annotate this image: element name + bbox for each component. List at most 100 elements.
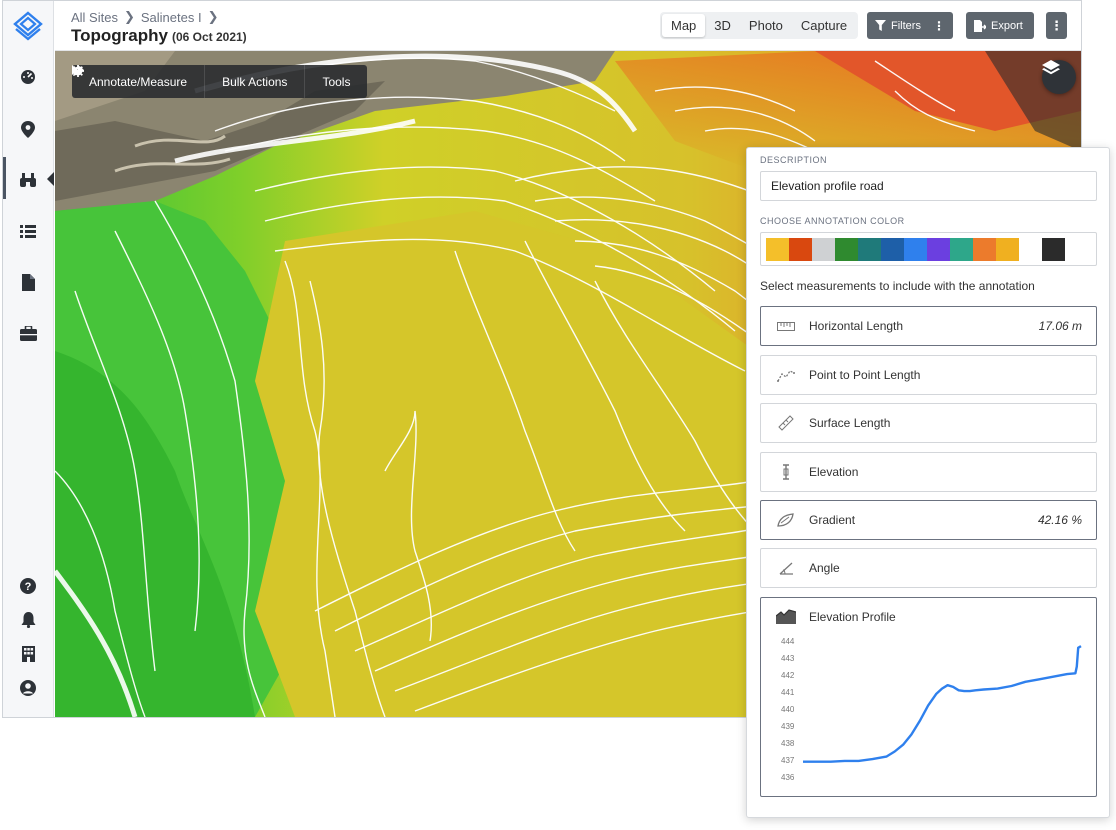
angle-icon	[775, 559, 797, 577]
measurement-label: Horizontal Length	[809, 319, 904, 333]
chevron-right-icon: ❯	[207, 9, 219, 24]
more-vertical-icon[interactable]: ⋮	[933, 19, 945, 33]
y-tick-label: 439	[781, 722, 795, 731]
binoculars-icon[interactable]	[17, 169, 39, 191]
breadcrumb-site[interactable]: Salinetes I	[141, 10, 202, 25]
layers-icon	[1042, 60, 1060, 75]
filters-label: Filters	[891, 19, 921, 32]
more-options-button[interactable]: ⋮	[1046, 12, 1067, 39]
export-button[interactable]: Export	[966, 12, 1034, 39]
top-header: All Sites ❯ Salinetes I ❯ Topography (06 …	[55, 1, 1081, 51]
elevation-profile-title: Elevation Profile	[809, 610, 896, 624]
description-input[interactable]: Elevation profile road	[760, 171, 1097, 201]
bulk-actions-label: Bulk Actions	[222, 74, 288, 89]
tab-photo[interactable]: Photo	[740, 14, 792, 37]
color-swatch[interactable]	[766, 237, 789, 261]
elevation-icon	[775, 463, 797, 481]
color-label: CHOOSE ANNOTATION COLOR	[760, 216, 905, 226]
color-swatch[interactable]	[904, 237, 927, 261]
briefcase-icon[interactable]	[17, 322, 39, 344]
color-swatch[interactable]	[789, 237, 812, 261]
help-icon[interactable]: ?	[17, 575, 39, 597]
layers-button[interactable]	[1042, 60, 1076, 94]
measurement-value: 17.06 m	[1038, 319, 1082, 333]
annotation-panel: DESCRIPTION Elevation profile road CHOOS…	[746, 147, 1110, 818]
export-icon	[974, 19, 986, 32]
y-tick-label: 438	[781, 739, 795, 748]
chevron-right-icon: ❯	[123, 9, 135, 24]
y-tick-label: 436	[781, 773, 795, 782]
building-icon[interactable]	[17, 643, 39, 665]
measurement-value: 42.16 %	[1037, 513, 1082, 527]
measurement-elevation[interactable]: Elevation	[760, 452, 1097, 492]
sidebar-active-indicator	[3, 157, 6, 199]
measurement-point-to-point[interactable]: Point to Point Length	[760, 355, 1097, 395]
gradient-icon	[775, 511, 797, 529]
user-icon[interactable]	[17, 677, 39, 699]
y-tick-label: 437	[781, 756, 795, 765]
color-swatch[interactable]	[812, 237, 835, 261]
color-swatch-row	[760, 232, 1097, 266]
tab-capture[interactable]: Capture	[792, 14, 856, 37]
y-tick-label: 441	[781, 688, 795, 697]
measurement-horizontal-length[interactable]: Horizontal Length 17.06 m	[760, 306, 1097, 346]
sidebar-active-pointer	[47, 172, 54, 186]
measurement-angle[interactable]: Angle	[760, 548, 1097, 588]
svg-text:?: ?	[25, 581, 32, 593]
map-toolbar: Annotate/Measure Bulk Actions Tools	[72, 65, 368, 98]
color-swatch[interactable]	[1042, 237, 1065, 261]
breadcrumb: All Sites ❯ Salinetes I ❯	[71, 9, 218, 25]
bulk-actions-button[interactable]: Bulk Actions	[72, 65, 306, 98]
annotate-measure-label: Annotate/Measure	[89, 74, 188, 89]
dashboard-icon[interactable]	[17, 66, 39, 88]
color-swatch[interactable]	[973, 237, 996, 261]
list-icon[interactable]	[17, 220, 39, 242]
y-tick-label: 444	[781, 637, 795, 646]
tab-map[interactable]: Map	[662, 14, 706, 37]
ruler-icon	[775, 317, 797, 335]
measurement-label: Point to Point Length	[809, 368, 921, 382]
bell-icon[interactable]	[17, 609, 39, 631]
filters-button[interactable]: Filters ⋮	[867, 12, 953, 39]
page-date: (06 Oct 2021)	[171, 30, 247, 44]
page-title: Topography (06 Oct 2021)	[71, 26, 247, 46]
color-swatch[interactable]	[835, 237, 858, 261]
view-tabs: Map 3D Photo Capture	[660, 12, 859, 39]
color-swatch[interactable]	[1019, 237, 1042, 261]
measure-hint: Select measurements to include with the …	[760, 279, 1035, 293]
gear-icon	[72, 65, 84, 77]
diagonal-ruler-icon	[775, 414, 797, 432]
tools-button[interactable]: Tools	[72, 65, 367, 98]
color-swatch[interactable]	[881, 237, 904, 261]
measurement-label: Elevation	[809, 465, 859, 479]
annotate-measure-button[interactable]: Annotate/Measure	[72, 65, 206, 98]
elevation-profile-icon	[775, 608, 797, 629]
tools-label: Tools	[322, 74, 351, 89]
y-tick-label: 440	[781, 705, 795, 714]
elevation-profile-box[interactable]: Elevation Profile 444 443 442 441 440 439 438 4…	[760, 597, 1097, 797]
breadcrumb-all-sites[interactable]: All Sites	[71, 10, 118, 25]
tab-3d[interactable]: 3D	[705, 14, 740, 37]
measurement-label: Angle	[809, 561, 840, 575]
color-swatch[interactable]	[858, 237, 881, 261]
description-label: DESCRIPTION	[760, 155, 828, 165]
document-icon[interactable]	[17, 271, 39, 293]
export-label: Export	[991, 19, 1023, 32]
elevation-profile-chart: 444 443 442 441 440 439 438 437 436	[781, 637, 1082, 782]
app-logo-icon[interactable]	[12, 10, 44, 42]
measurement-label: Surface Length	[809, 416, 891, 430]
measurement-gradient[interactable]: Gradient 42.16 %	[760, 500, 1097, 540]
location-pin-icon[interactable]	[17, 118, 39, 140]
sidebar: ?	[3, 1, 54, 717]
page-title-text: Topography	[71, 26, 168, 45]
y-tick-label: 442	[781, 671, 795, 680]
elevation-line	[803, 645, 1082, 763]
filter-icon	[875, 20, 886, 31]
color-swatch[interactable]	[950, 237, 973, 261]
zigzag-line-icon	[775, 366, 797, 384]
measurement-surface-length[interactable]: Surface Length	[760, 403, 1097, 443]
color-swatch[interactable]	[927, 237, 950, 261]
color-swatch[interactable]	[996, 237, 1019, 261]
y-tick-label: 443	[781, 654, 795, 663]
measurement-label: Gradient	[809, 513, 856, 527]
